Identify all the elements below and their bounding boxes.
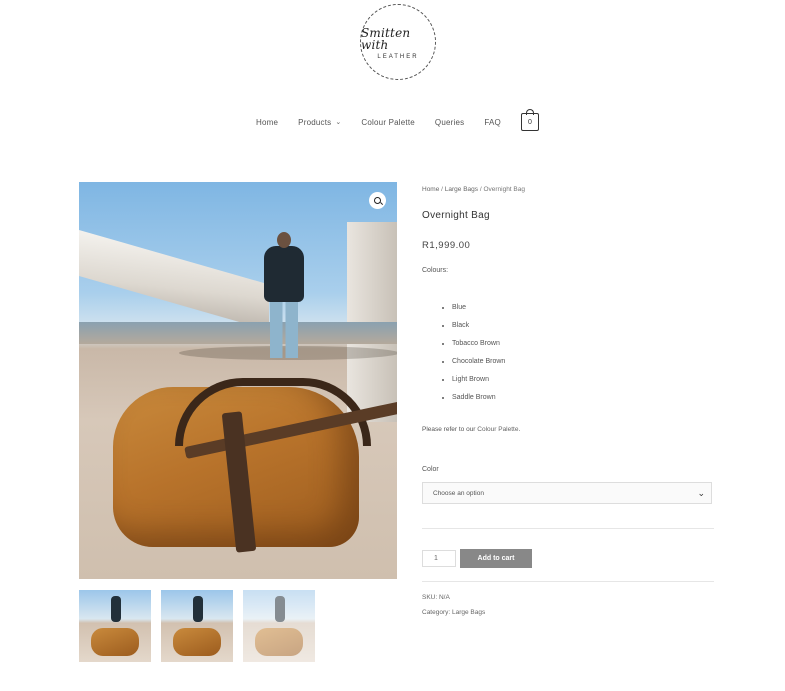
product-price: R1,999.00 (422, 240, 471, 251)
list-item: Black (452, 320, 505, 338)
nav-item-faq[interactable]: FAQ (484, 118, 501, 127)
image-scene-horizon (79, 322, 397, 344)
breadcrumb-category[interactable]: Large Bags (445, 186, 478, 193)
thumbnail-bag (91, 628, 139, 656)
nav-item-products[interactable]: Products ⌄ (298, 118, 341, 127)
product-main-image[interactable] (79, 182, 397, 579)
category-link[interactable]: Large Bags (452, 609, 485, 616)
logo-sub-text: LEATHER (377, 53, 419, 60)
nav-item-home[interactable]: Home (256, 118, 278, 127)
color-select[interactable]: Choose an option ⌄ (422, 482, 712, 504)
product-sku: SKU: N/A (422, 594, 450, 601)
thumbnail-person (193, 596, 203, 622)
shopping-bag-icon[interactable]: 0 (520, 109, 539, 131)
nav-item-label: FAQ (484, 117, 501, 127)
sku-label: SKU: (422, 594, 439, 601)
list-item: Chocolate Brown (452, 356, 505, 374)
nav-item-label: Products (298, 117, 332, 127)
main-navigation: Home Products ⌄ Colour Palette Queries F… (0, 109, 785, 132)
magnifier-lens (374, 197, 381, 204)
thumbnail-person (111, 596, 121, 622)
list-item: Blue (452, 302, 505, 320)
product-title: Overnight Bag (422, 210, 490, 221)
divider (422, 581, 714, 582)
thumbnail-bag (255, 628, 303, 656)
product-thumbnail-1[interactable] (79, 590, 151, 662)
product-category: Category: Large Bags (422, 609, 485, 616)
list-item: Tobacco Brown (452, 338, 505, 356)
nav-item-queries[interactable]: Queries (435, 118, 464, 127)
cart-count: 0 (528, 118, 532, 126)
image-scene-person-legs (270, 300, 298, 358)
breadcrumb-current: Overnight Bag (483, 186, 525, 193)
add-to-cart-button[interactable]: Add to cart (460, 549, 532, 568)
breadcrumb: Home / Large Bags / Overnight Bag (422, 186, 525, 193)
list-item: Saddle Brown (452, 392, 505, 410)
magnifier-icon[interactable] (369, 192, 386, 209)
colours-label: Colours: (422, 267, 449, 274)
chevron-down-icon: ⌄ (697, 487, 705, 498)
list-item: Light Brown (452, 374, 505, 392)
image-scene-person-head (277, 232, 291, 248)
quantity-input[interactable]: 1 (422, 550, 456, 567)
site-logo[interactable]: Smitten with LEATHER (360, 4, 436, 80)
product-thumbnail-2[interactable] (161, 590, 233, 662)
color-select-value: Choose an option (433, 489, 484, 497)
palette-note-prefix: Please refer to our (422, 426, 478, 433)
sku-value: N/A (438, 594, 450, 601)
thumbnail-bag (173, 628, 221, 656)
nav-item-label: Queries (434, 117, 465, 127)
nav-item-label: Home (256, 117, 279, 127)
palette-note: Please refer to our Colour Palette. (422, 426, 520, 433)
thumbnail-person (275, 596, 285, 622)
divider (422, 528, 714, 529)
nav-item-label: Colour Palette (361, 117, 415, 127)
product-thumbnail-3[interactable] (243, 590, 315, 662)
breadcrumb-home[interactable]: Home (422, 186, 439, 193)
colour-palette-link[interactable]: Colour Palette (477, 426, 518, 433)
palette-note-suffix: . (518, 426, 521, 433)
color-field-label: Color (422, 466, 439, 473)
chevron-down-icon: ⌄ (335, 119, 342, 126)
image-scene-person (264, 246, 304, 302)
logo-script-text: Smitten with (361, 25, 411, 52)
image-scene-roof (79, 230, 269, 331)
category-label: Category: (422, 609, 452, 616)
nav-item-colour-palette[interactable]: Colour Palette (361, 118, 415, 127)
colours-list: Blue Black Tobacco Brown Chocolate Brown… (422, 302, 505, 410)
